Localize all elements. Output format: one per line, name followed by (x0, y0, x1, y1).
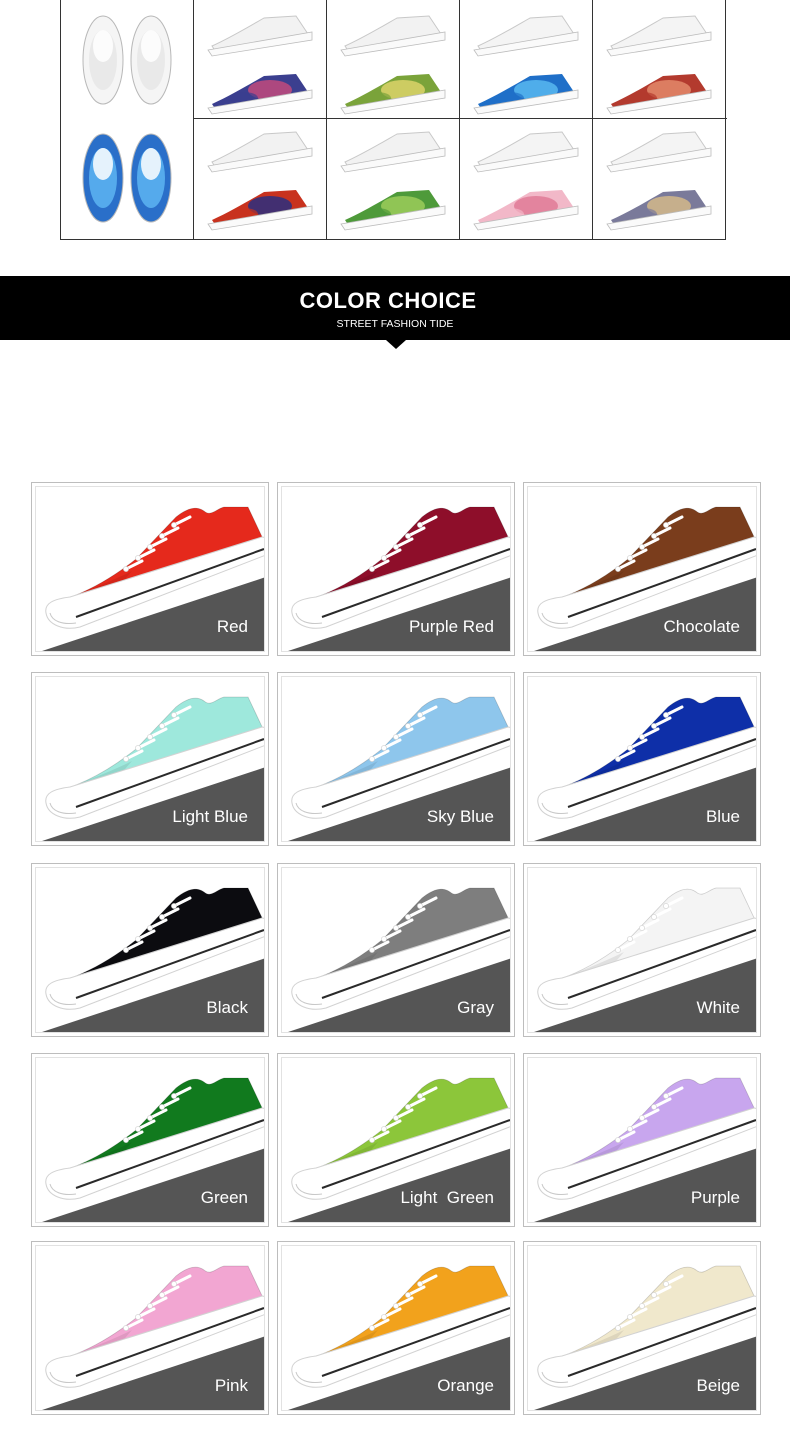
thumbnail-lowtop-white-camo[interactable] (340, 15, 446, 115)
color-label: Light Blue (172, 807, 248, 826)
color-label: Pink (214, 1376, 248, 1395)
thumbnail-hightop-white-nebula[interactable] (207, 131, 313, 231)
color-option-card[interactable]: Purple Red (277, 482, 515, 656)
color-label: White (696, 998, 740, 1017)
product-thumbnails (82, 15, 712, 231)
thumbnail-boot-white-graffiti[interactable] (606, 131, 712, 231)
color-option-card[interactable]: White (523, 863, 761, 1037)
color-label: Blue (705, 807, 740, 826)
color-option-card[interactable]: Green (31, 1053, 269, 1227)
color-label: Chocolate (663, 617, 740, 636)
product-thumbnail-grid (60, 0, 727, 240)
color-label: Gray (457, 998, 494, 1017)
banner-pointer-icon (386, 340, 406, 349)
color-label: Orange (437, 1376, 494, 1395)
color-label: Black (206, 998, 248, 1017)
section-title: COLOR CHOICE (299, 288, 477, 313)
color-label: Red (216, 617, 248, 636)
thumbnail-slip-on-blue-art[interactable] (82, 133, 172, 223)
section-banner: COLOR CHOICE STREET FASHION TIDE (0, 276, 790, 340)
color-option-card[interactable]: Sky Blue (277, 672, 515, 846)
color-label: Light Green (400, 1188, 494, 1207)
thumbnail-lowtop-white-galaxy[interactable] (207, 15, 313, 115)
color-option-card[interactable]: Light Green (277, 1053, 515, 1227)
color-option-card[interactable]: Light Blue (31, 672, 269, 846)
thumbnail-hightop-white-camo[interactable] (340, 131, 446, 231)
section-subtitle: STREET FASHION TIDE (336, 318, 454, 330)
color-option-card[interactable]: Red (31, 482, 269, 656)
color-option-card[interactable]: Pink (31, 1241, 269, 1415)
color-option-card[interactable]: Gray (277, 863, 515, 1037)
color-label: Sky Blue (426, 807, 494, 826)
color-label: Green (200, 1188, 248, 1207)
color-label: Purple Red (408, 617, 494, 636)
color-option-card[interactable]: Black (31, 863, 269, 1037)
color-option-card[interactable]: Orange (277, 1241, 515, 1415)
color-option-card[interactable]: Purple (523, 1053, 761, 1227)
thumbnail-boot-white-floral[interactable] (606, 15, 712, 115)
color-option-card[interactable]: Chocolate (523, 482, 761, 656)
thumbnail-runner-white-pink-floral[interactable] (473, 131, 579, 231)
color-label: Beige (696, 1376, 740, 1395)
color-option-card[interactable]: Blue (523, 672, 761, 846)
color-option-card[interactable]: Beige (523, 1241, 761, 1415)
thumbnail-slip-on-white[interactable] (82, 15, 172, 105)
color-label: Purple (690, 1188, 740, 1207)
thumbnail-runner-white-ocean[interactable] (473, 15, 579, 115)
